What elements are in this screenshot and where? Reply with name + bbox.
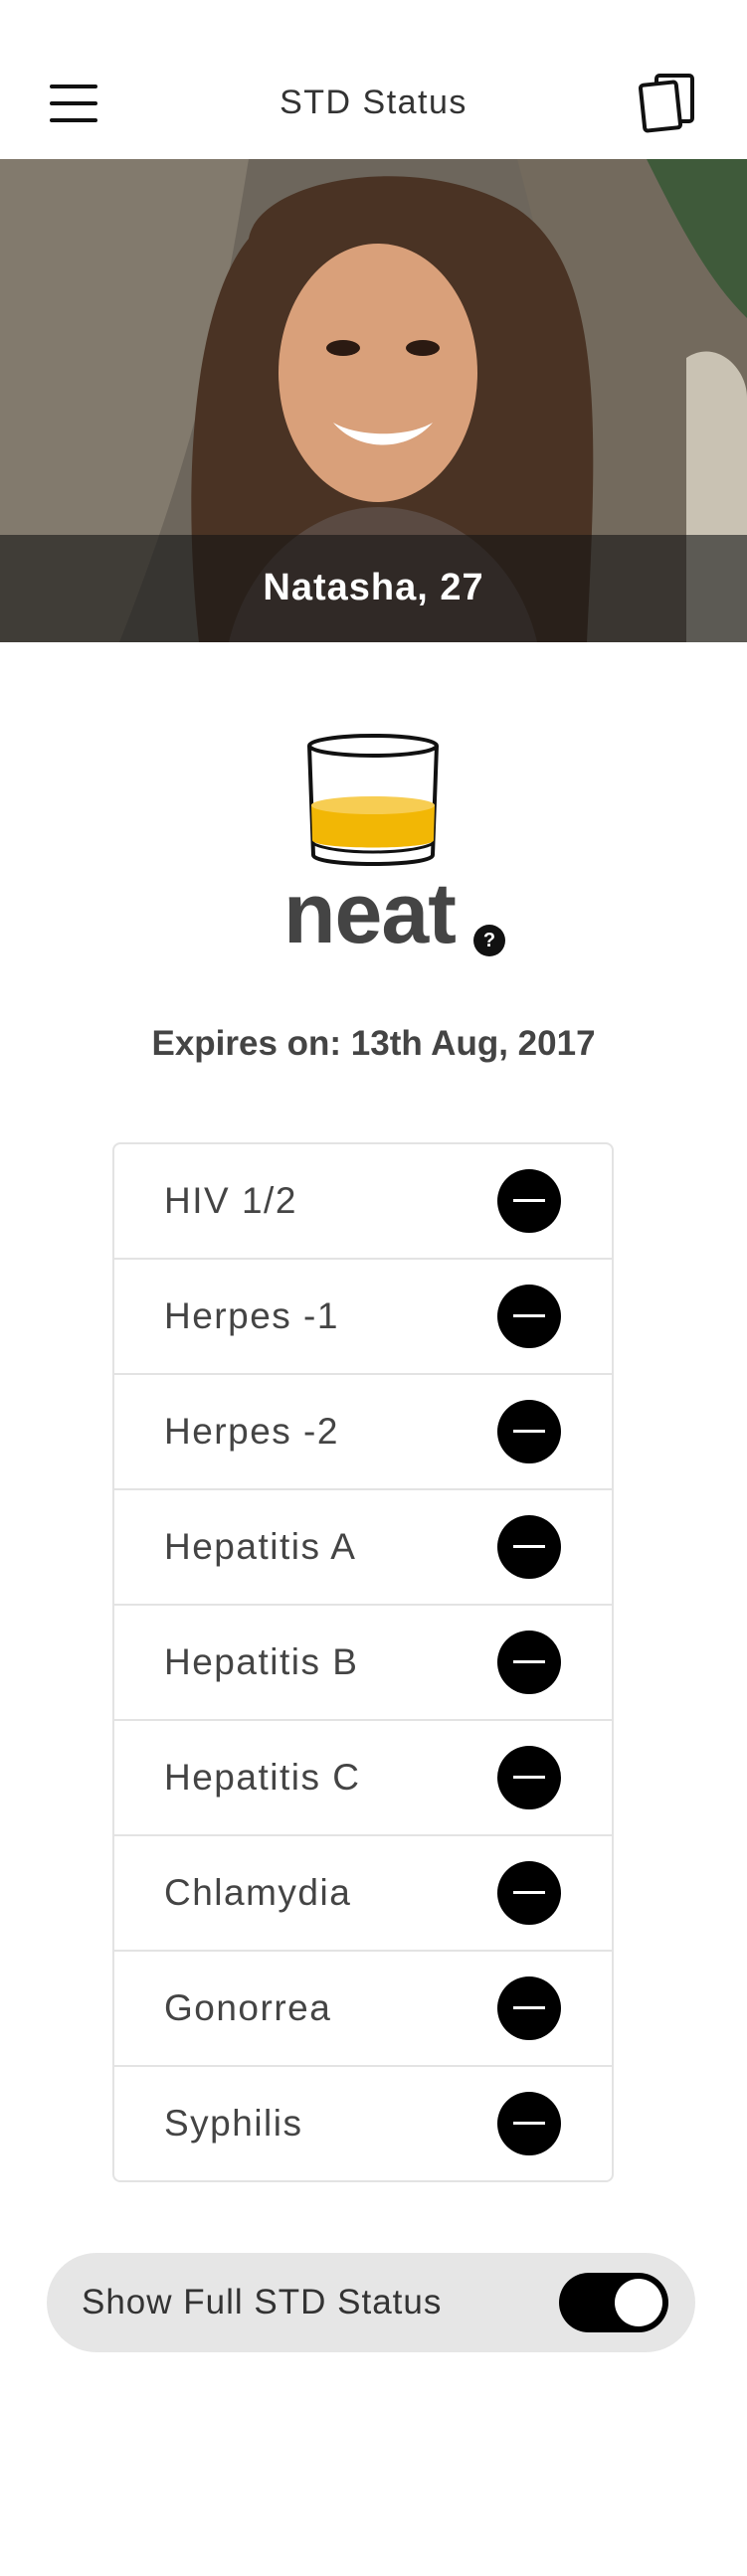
minus-circle-icon (497, 1169, 561, 1233)
std-test-label: Herpes -1 (164, 1295, 339, 1336)
app-header: STD Status (0, 0, 747, 159)
std-test-label: Herpes -2 (164, 1411, 339, 1452)
std-test-label: HIV 1/2 (164, 1180, 297, 1221)
list-item: Hepatitis B (114, 1606, 612, 1721)
full-status-toggle[interactable] (559, 2273, 668, 2332)
expiry-date: Expires on: 13th Aug, 2017 (151, 1024, 596, 1063)
full-status-toggle-row[interactable]: Show Full STD Status (47, 2253, 695, 2352)
profile-caption: Natasha, 27 (0, 535, 747, 642)
toggle-knob (615, 2279, 662, 2326)
list-item: Chlamydia (114, 1836, 612, 1952)
minus-circle-icon (497, 1746, 561, 1809)
minus-circle-icon (497, 1400, 561, 1463)
page-title: STD Status (280, 84, 467, 121)
std-test-label: Hepatitis C (164, 1757, 361, 1798)
minus-circle-icon (497, 1631, 561, 1694)
minus-circle-icon (497, 1976, 561, 2040)
list-item: Herpes -1 (114, 1260, 612, 1375)
minus-circle-icon (497, 1285, 561, 1348)
std-test-label: Hepatitis B (164, 1641, 359, 1682)
list-item: Syphilis (114, 2067, 612, 2180)
cards-icon[interactable] (637, 72, 698, 133)
list-item: Herpes -2 (114, 1375, 612, 1490)
profile-name: Natasha, 27 (263, 567, 484, 608)
profile-photo: Natasha, 27 (0, 159, 747, 642)
minus-circle-icon (497, 1861, 561, 1925)
minus-circle-icon (497, 1515, 561, 1579)
list-item: Gonorrea (114, 1952, 612, 2067)
std-test-label: Gonorrea (164, 1987, 332, 2028)
list-item: Hepatitis A (114, 1490, 612, 1606)
help-icon[interactable]: ? (473, 925, 505, 956)
whiskey-glass-icon (307, 734, 439, 866)
std-test-label: Chlamydia (164, 1872, 352, 1913)
toggle-label: Show Full STD Status (82, 2283, 443, 2321)
std-test-label: Hepatitis A (164, 1526, 357, 1567)
std-test-list: HIV 1/2 Herpes -1 Herpes -2 Hepatitis A … (112, 1142, 614, 2182)
status-word: neat (283, 866, 457, 961)
list-item: HIV 1/2 (114, 1144, 612, 1260)
list-item: Hepatitis C (114, 1721, 612, 1836)
minus-circle-icon (497, 2092, 561, 2155)
std-test-label: Syphilis (164, 2103, 303, 2144)
